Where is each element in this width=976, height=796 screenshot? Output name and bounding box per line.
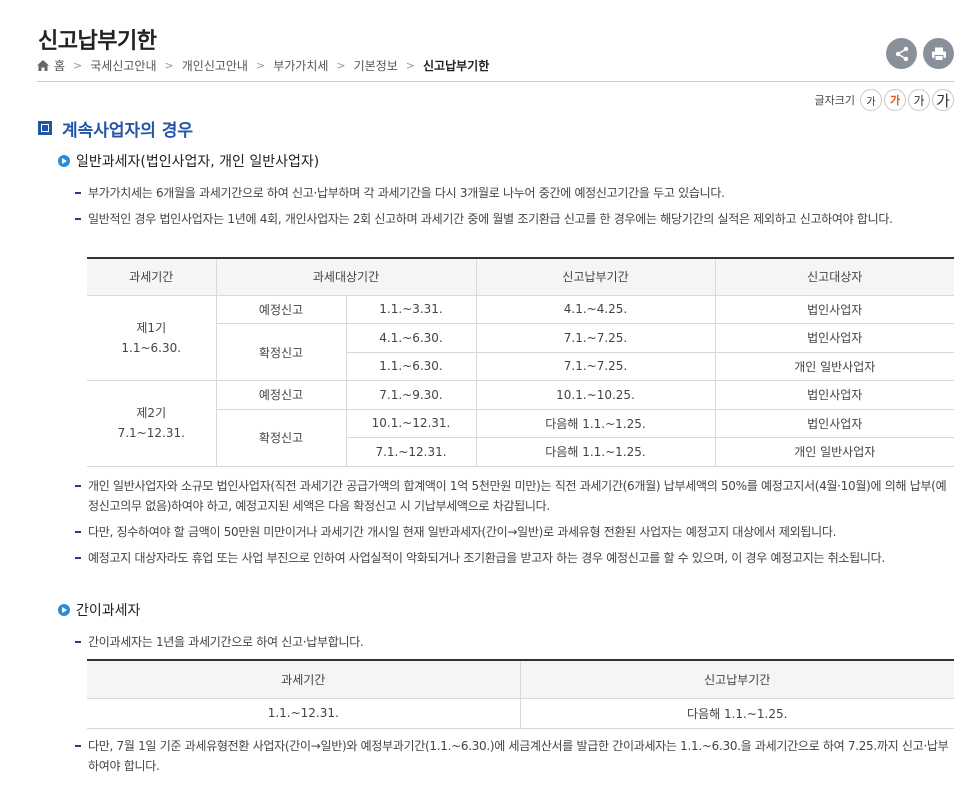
filing-period-table: 과세기간 과세대상기간 신고납부기간 신고대상자 제1기 1.1~6.30. 예… (87, 257, 954, 467)
font-size-small-button[interactable]: 가 (860, 89, 882, 111)
font-size-xlarge-button[interactable]: 가 (932, 89, 954, 111)
list-item: 다만, 징수하여야 할 금액이 50만원 미만이거나 과세기간 개시일 현재 일… (75, 522, 954, 542)
section-title: 계속사업자의 경우 (38, 116, 954, 141)
due-cell: 10.1.~10.25. (476, 380, 716, 410)
table-header: 신고납부기간 (476, 258, 716, 296)
square-bullet-icon (38, 121, 52, 135)
due-cell: 다음해 1.1.~1.25. (476, 409, 716, 438)
main-content: 계속사업자의 경우 일반과세자(법인사업자, 개인 일반사업자) 부가가치세는 … (38, 116, 954, 773)
table-row: 제1기 1.1~6.30. 예정신고 1.1.~3.31. 4.1.~4.25.… (87, 295, 954, 381)
chevron-right-icon: > (73, 59, 83, 72)
home-icon (37, 60, 49, 71)
circle-arrow-icon (58, 155, 70, 167)
font-size-label: 글자크기 (814, 94, 855, 107)
due-cell: 7.1.~7.25. (476, 352, 716, 381)
list-item: 일반적인 경우 법인사업자는 1년에 4회, 개인사업자는 2회 신고하며 과세… (75, 209, 954, 229)
table-header: 과세대상기간 (216, 258, 477, 296)
table-header: 과세기간 (87, 660, 521, 699)
due-cell: 4.1.~4.25. (476, 295, 716, 324)
header-divider (37, 81, 954, 82)
breadcrumb-item[interactable]: 기본정보 (354, 57, 398, 74)
target-cell: 개인 일반사업자 (715, 352, 954, 381)
due-cell: 다음해 1.1.~1.25. (520, 698, 954, 729)
share-icon (895, 46, 908, 61)
chevron-right-icon: > (336, 59, 346, 72)
chevron-right-icon: > (164, 59, 174, 72)
breadcrumb-home[interactable]: 홈 (37, 57, 65, 74)
page-title: 신고납부기한 (38, 29, 157, 54)
table-row: 확정신고 4.1.~6.30. 7.1.~7.25. 법인사업자 (87, 323, 954, 381)
filing-type-cell: 확정신고 (216, 323, 347, 381)
breadcrumb-item[interactable]: 부가가치세 (273, 57, 328, 74)
font-size-default-button[interactable]: 가 (884, 89, 906, 111)
table-row: 제2기 7.1~12.31. 예정신고 7.1.~9.30. 10.1.~10.… (87, 380, 954, 467)
target-cell: 법인사업자 (715, 380, 954, 410)
period-cell: 제1기 1.1~6.30. (87, 295, 217, 381)
breadcrumb-item[interactable]: 국세신고안내 (90, 57, 156, 74)
filing-type-cell: 예정신고 (216, 380, 347, 410)
chevron-right-icon: > (405, 59, 416, 72)
table-row: 확정신고 10.1.~12.31. 다음해 1.1.~1.25. 법인사업자 (87, 409, 954, 467)
subsection-title-simple: 간이과세자 (58, 600, 140, 620)
target-cell: 법인사업자 (715, 295, 954, 324)
target-cell: 법인사업자 (715, 409, 954, 438)
breadcrumb: 홈 > 국세신고안내 > 개인신고안내 > 부가가치세 > 기본정보 > 신고납… (37, 57, 489, 74)
print-icon (931, 47, 946, 61)
range-cell: 4.1.~6.30. (346, 323, 477, 353)
list-item: 예정고지 대상자라도 휴업 또는 사업 부진으로 인하여 사업실적이 악화되거나… (75, 548, 954, 568)
range-cell: 7.1.~12.31. (346, 437, 477, 467)
simple-taxpayer-table: 과세기간 신고납부기간 1.1.~12.31. 다음해 1.1.~1.25. (87, 659, 954, 729)
list-item: 간이과세자는 1년을 과세기간으로 하여 신고·납부합니다. (75, 632, 954, 652)
table-header: 신고대상자 (715, 258, 954, 296)
subsection-title-general: 일반과세자(법인사업자, 개인 일반사업자) (58, 151, 319, 171)
print-button[interactable] (923, 38, 954, 69)
target-cell: 법인사업자 (715, 323, 954, 353)
range-cell: 10.1.~12.31. (346, 409, 477, 438)
list-item: 다만, 7월 1일 기준 과세유형전환 사업자(간이→일반)와 예정부과기간(1… (75, 736, 954, 776)
font-size-control: 글자크기 가 가 가 가 (815, 89, 954, 111)
range-cell: 1.1.~12.31. (87, 698, 521, 729)
table-header-row: 과세기간 과세대상기간 신고납부기간 신고대상자 (87, 258, 954, 296)
table-header: 과세기간 (87, 258, 217, 296)
circle-arrow-icon (58, 604, 70, 616)
table-header: 신고납부기간 (520, 660, 954, 699)
target-cell: 개인 일반사업자 (715, 437, 954, 467)
filing-type-cell: 확정신고 (216, 409, 347, 467)
breadcrumb-current: 신고납부기한 (423, 59, 490, 73)
range-cell: 1.1.~6.30. (346, 352, 477, 381)
due-cell: 7.1.~7.25. (476, 323, 716, 353)
range-cell: 7.1.~9.30. (346, 380, 477, 410)
font-size-large-button[interactable]: 가 (908, 89, 930, 111)
page-tools (886, 38, 954, 69)
range-cell: 1.1.~3.31. (346, 295, 477, 324)
share-button[interactable] (886, 38, 917, 69)
list-item: 개인 일반사업자와 소규모 법인사업자(직전 과세기간 공급가액의 합계액이 1… (75, 476, 954, 516)
table-header-row: 과세기간 신고납부기간 (87, 660, 954, 699)
table-row: 1.1.~12.31. 다음해 1.1.~1.25. (87, 698, 954, 729)
chevron-right-icon: > (255, 59, 266, 72)
period-cell: 제2기 7.1~12.31. (87, 380, 217, 467)
breadcrumb-item[interactable]: 개인신고안내 (182, 57, 248, 74)
due-cell: 다음해 1.1.~1.25. (476, 437, 716, 467)
filing-type-cell: 예정신고 (216, 295, 347, 324)
list-item: 부가가치세는 6개월을 과세기간으로 하여 신고·납부하며 각 과세기간을 다시… (75, 183, 954, 203)
